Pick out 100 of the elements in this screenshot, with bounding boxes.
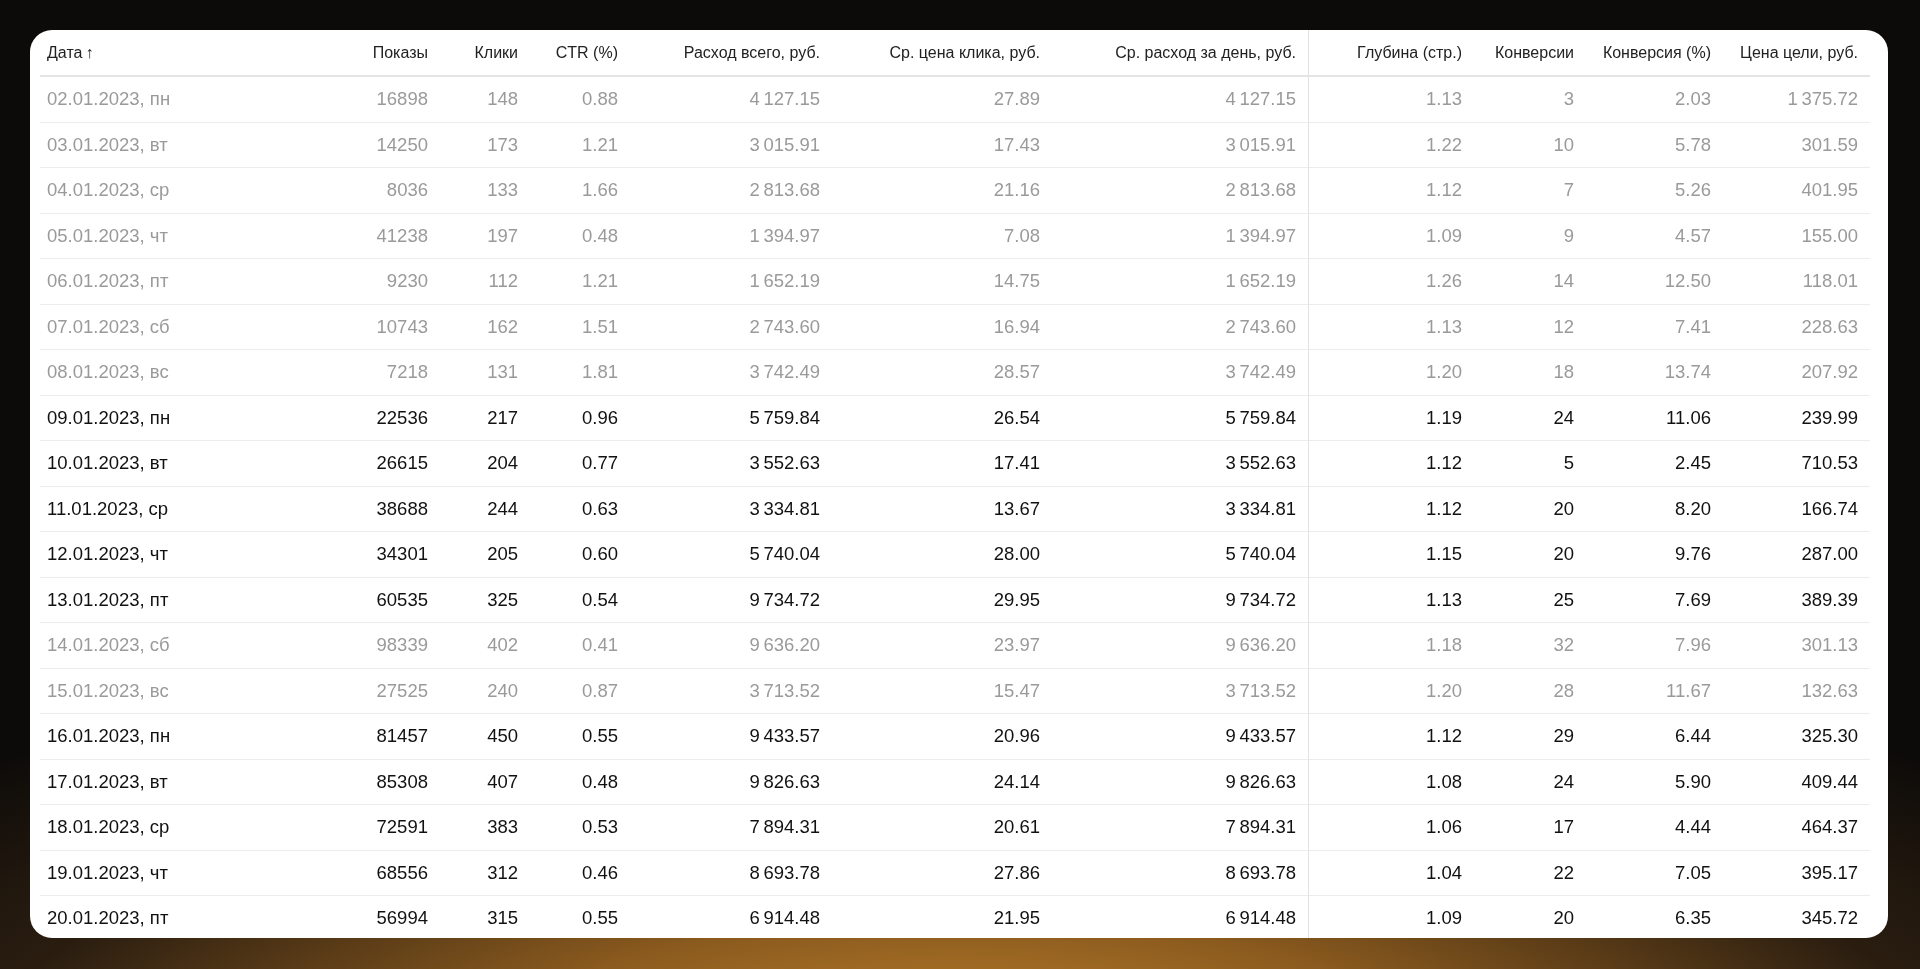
table-cell: 240 (440, 668, 530, 714)
table-cell: 09.01.2023, пн (40, 395, 300, 441)
table-cell: 3 015.91 (630, 122, 832, 168)
table-cell: 9 734.72 (1052, 577, 1308, 623)
table-cell: 9.76 (1586, 532, 1723, 578)
table-cell: 118.01 (1723, 259, 1870, 305)
table-cell: 1.12 (1308, 168, 1474, 214)
table-cell: 28 (1474, 668, 1586, 714)
table-cell: 407 (440, 759, 530, 805)
table-cell: 05.01.2023, чт (40, 213, 300, 259)
table-cell: 13.01.2023, пт (40, 577, 300, 623)
table-cell: 287.00 (1723, 532, 1870, 578)
table-cell: 1.13 (1308, 304, 1474, 350)
table-cell: 1.19 (1308, 395, 1474, 441)
table-cell: 228.63 (1723, 304, 1870, 350)
table-cell: 0.88 (530, 77, 630, 123)
table-cell: 20.01.2023, пт (40, 896, 300, 938)
table-cell: 1.13 (1308, 77, 1474, 123)
table-cell: 1 394.97 (630, 213, 832, 259)
table-cell: 0.87 (530, 668, 630, 714)
column-header[interactable]: Дата ↑ (40, 30, 300, 77)
table-cell: 22 (1474, 850, 1586, 896)
table-cell: 207.92 (1723, 350, 1870, 396)
table-cell: 16898 (300, 77, 440, 123)
table-cell: 0.63 (530, 486, 630, 532)
table-cell: 10 (1474, 122, 1586, 168)
table-cell: 27525 (300, 668, 440, 714)
table-cell: 0.77 (530, 441, 630, 487)
table-cell: 1.21 (530, 259, 630, 305)
table-cell: 4.57 (1586, 213, 1723, 259)
column-header[interactable]: Показы (300, 30, 440, 77)
table-cell: 27.86 (832, 850, 1052, 896)
column-header[interactable]: Ср. цена клика, руб. (832, 30, 1052, 77)
table-cell: 1.13 (1308, 577, 1474, 623)
table-cell: 19.01.2023, чт (40, 850, 300, 896)
table-cell: 464.37 (1723, 805, 1870, 851)
table-cell: 395.17 (1723, 850, 1870, 896)
table-cell: 1.12 (1308, 441, 1474, 487)
table-cell: 239.99 (1723, 395, 1870, 441)
table-cell: 7.96 (1586, 623, 1723, 669)
table-cell: 10743 (300, 304, 440, 350)
table-cell: 205 (440, 532, 530, 578)
table-cell: 0.41 (530, 623, 630, 669)
table-cell: 4 127.15 (630, 77, 832, 123)
table-cell: 13.74 (1586, 350, 1723, 396)
table-cell: 3 713.52 (630, 668, 832, 714)
column-header[interactable]: Клики (440, 30, 530, 77)
table-cell: 21.16 (832, 168, 1052, 214)
table-cell: 389.39 (1723, 577, 1870, 623)
table-cell: 1.21 (530, 122, 630, 168)
column-header[interactable]: Расход всего, руб. (630, 30, 832, 77)
column-header[interactable]: Конверсии (1474, 30, 1586, 77)
table-cell: 1.20 (1308, 350, 1474, 396)
table-cell: 5 740.04 (630, 532, 832, 578)
table-cell: 85308 (300, 759, 440, 805)
table-cell: 345.72 (1723, 896, 1870, 938)
table-cell: 0.48 (530, 213, 630, 259)
table-cell: 20 (1474, 486, 1586, 532)
table-cell: 173 (440, 122, 530, 168)
table-cell: 7.69 (1586, 577, 1723, 623)
table-cell: 1.08 (1308, 759, 1474, 805)
table-cell: 3 713.52 (1052, 668, 1308, 714)
table-cell: 18 (1474, 350, 1586, 396)
table-cell: 26615 (300, 441, 440, 487)
table-cell: 2 743.60 (630, 304, 832, 350)
table-cell: 3 552.63 (630, 441, 832, 487)
table-cell: 8036 (300, 168, 440, 214)
column-header[interactable]: Конверсия (%) (1586, 30, 1723, 77)
table-cell: 315 (440, 896, 530, 938)
table-cell: 1.22 (1308, 122, 1474, 168)
table-cell: 60535 (300, 577, 440, 623)
column-header[interactable]: Ср. расход за день, руб. (1052, 30, 1308, 77)
table-cell: 9 734.72 (630, 577, 832, 623)
table-cell: 5.26 (1586, 168, 1723, 214)
table-cell: 21.95 (832, 896, 1052, 938)
table-cell: 409.44 (1723, 759, 1870, 805)
table-cell: 08.01.2023, вс (40, 350, 300, 396)
table-cell: 27.89 (832, 77, 1052, 123)
column-header[interactable]: Глубина (стр.) (1308, 30, 1474, 77)
table-cell: 25 (1474, 577, 1586, 623)
table-cell: 12.50 (1586, 259, 1723, 305)
table-cell: 68556 (300, 850, 440, 896)
table-cell: 24 (1474, 395, 1586, 441)
column-header[interactable]: CTR (%) (530, 30, 630, 77)
table-cell: 13.67 (832, 486, 1052, 532)
table-cell: 16.94 (832, 304, 1052, 350)
table-cell: 162 (440, 304, 530, 350)
table-cell: 22536 (300, 395, 440, 441)
column-header[interactable]: Цена цели, руб. (1723, 30, 1870, 77)
table-cell: 0.54 (530, 577, 630, 623)
table-cell: 0.53 (530, 805, 630, 851)
table-cell: 9 433.57 (630, 714, 832, 760)
table-cell: 5 (1474, 441, 1586, 487)
table-cell: 6 914.48 (630, 896, 832, 938)
table-cell: 0.46 (530, 850, 630, 896)
table-cell: 14250 (300, 122, 440, 168)
table-cell: 0.60 (530, 532, 630, 578)
table-cell: 15.47 (832, 668, 1052, 714)
table-cell: 0.55 (530, 896, 630, 938)
table-cell: 24.14 (832, 759, 1052, 805)
